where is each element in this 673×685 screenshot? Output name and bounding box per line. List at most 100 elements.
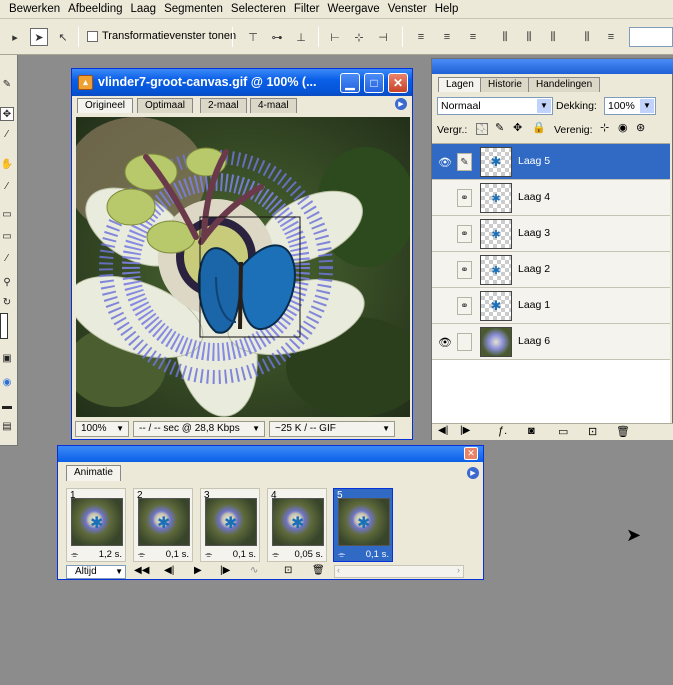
layer-row-laag-2[interactable]: ⚭ ✱ Laag 2	[432, 252, 670, 288]
tab-lagen[interactable]: Lagen	[438, 77, 482, 92]
checkbox-box[interactable]	[87, 30, 98, 42]
link-empty[interactable]	[457, 333, 472, 351]
screen-mode-icon[interactable]: ▬	[0, 399, 14, 413]
disposal-icon[interactable]: ⌯	[205, 549, 212, 560]
frame-delay[interactable]: 1,2 s.	[99, 549, 122, 560]
frames-scrollbar[interactable]: ‹ ›	[334, 565, 464, 578]
align-left-icon[interactable]: ⊢	[326, 28, 344, 46]
minimize-button[interactable]: ▁	[340, 73, 360, 93]
canvas[interactable]	[76, 117, 410, 417]
disposal-icon[interactable]: ⌯	[138, 549, 145, 560]
menu-afbeelding[interactable]: Afbeelding	[64, 3, 126, 15]
direct-select-icon[interactable]: ↖	[54, 28, 72, 46]
tween-icon[interactable]: ∿	[250, 565, 258, 576]
menu-weergave[interactable]: Weergave	[323, 3, 383, 15]
visibility-empty[interactable]	[437, 298, 453, 314]
disposal-icon[interactable]: ⌯	[71, 549, 78, 560]
next-frame-icon[interactable]: |▶	[220, 565, 230, 576]
transform-checkbox[interactable]: Transformatievenster tonen	[87, 30, 236, 42]
hand-tool-icon[interactable]: ✋	[0, 157, 14, 171]
tab-optimaal[interactable]: Optimaal	[137, 98, 194, 113]
zoom-tool-icon[interactable]: ⚲	[0, 275, 14, 289]
disposal-icon[interactable]: ⌯	[338, 549, 345, 560]
align-hcenter-icon[interactable]: ⊹	[350, 28, 368, 46]
lock-all-icon[interactable]: 🔒	[532, 121, 546, 134]
tab-4-maal[interactable]: 4-maal	[250, 98, 297, 113]
frame-delay[interactable]: 0,1 s.	[233, 549, 256, 560]
delete-frame-icon[interactable]: 🗑	[312, 565, 325, 576]
previous-frame-icon[interactable]: ◀|	[438, 425, 448, 436]
menu-filter[interactable]: Filter	[290, 3, 324, 15]
document-titlebar[interactable]: ▴ vlinder7-groot-canvas.gif @ 100% (... …	[72, 69, 412, 96]
palette-well[interactable]	[629, 27, 673, 47]
shape-tool-icon[interactable]: ▭	[0, 207, 14, 221]
mask-mode-icon[interactable]: ▣	[0, 351, 14, 365]
visibility-eye-icon[interactable]: 👁	[437, 154, 453, 170]
preview-icon[interactable]: ▤	[0, 419, 14, 433]
opacity-input[interactable]: 100% ▼	[604, 97, 656, 115]
tab-2-maal[interactable]: 2-maal	[200, 98, 247, 113]
move-tool-icon[interactable]: ✥	[0, 107, 14, 121]
tab-handelingen[interactable]: Handelingen	[528, 77, 601, 92]
layers-panel-titlebar[interactable]	[432, 59, 673, 74]
duplicate-frame-icon[interactable]: ⊡	[284, 565, 292, 576]
maximize-button[interactable]: □	[364, 73, 384, 93]
disposal-icon[interactable]: ⌯	[272, 549, 279, 560]
tab-origineel[interactable]: Origineel	[77, 98, 134, 113]
tab-historie[interactable]: Historie	[480, 77, 530, 92]
distribute-bottom-icon[interactable]: ≡	[464, 28, 482, 46]
file-size-select[interactable]: ~25 K / -- GIF ▼	[269, 421, 395, 437]
match-height-icon[interactable]: ≡	[602, 28, 620, 46]
lock-paint-icon[interactable]: ✎	[495, 121, 504, 134]
loop-select[interactable]: Altijd ▼	[66, 565, 126, 579]
imageready-jump-icon[interactable]: ◉	[0, 375, 14, 389]
frame-delay[interactable]: 0,1 s.	[366, 549, 389, 560]
layer-row-laag-6[interactable]: 👁 Laag 6	[432, 324, 670, 360]
menu-laag[interactable]: Laag	[127, 3, 161, 15]
color-swatch[interactable]	[0, 313, 8, 339]
unify-visibility-icon[interactable]: ◉	[618, 121, 628, 134]
match-width-icon[interactable]: ⫼	[578, 28, 596, 46]
blend-mode-select[interactable]: Normaal ▼	[437, 97, 553, 115]
pen-tool-icon[interactable]: ⁄	[0, 179, 14, 193]
unify-position-icon[interactable]: ⊹	[600, 121, 609, 134]
visibility-empty[interactable]	[437, 190, 453, 206]
animation-frame[interactable]: 1 ✱ ⌯ 1,2 s.	[66, 488, 126, 562]
download-speed-select[interactable]: -- / -- sec @ 28,8 Kbps ▼	[133, 421, 265, 437]
frame-delay[interactable]: 0,1 s.	[166, 549, 189, 560]
distribute-top-icon[interactable]: ≡	[412, 28, 430, 46]
visibility-eye-icon[interactable]: 👁	[437, 334, 453, 350]
align-bottom-icon[interactable]: ⊥	[292, 28, 310, 46]
distribute-hcenter-icon[interactable]: ⫼	[520, 28, 538, 46]
scroll-right-icon[interactable]: ›	[457, 565, 460, 575]
distribute-vcenter-icon[interactable]: ≡	[438, 28, 456, 46]
animation-frame-selected[interactable]: 5 ✱ ⌯ 0,1 s.	[333, 488, 393, 562]
menu-bewerken[interactable]: Bewerken	[0, 3, 64, 15]
visibility-empty[interactable]	[437, 226, 453, 242]
lock-transparency-icon[interactable]	[476, 123, 488, 135]
layer-row-laag-4[interactable]: ⚭ ✱ Laag 4	[432, 180, 670, 216]
distribute-left-icon[interactable]: ⫼	[496, 28, 514, 46]
animation-frame[interactable]: 4 ✱ ⌯ 0,05 s.	[267, 488, 327, 562]
play-icon[interactable]: ▶	[194, 565, 202, 576]
zoom-select[interactable]: 100% ▼	[75, 421, 129, 437]
link-icon[interactable]: ⚭	[457, 189, 472, 207]
align-vcenter-icon[interactable]: ⊶	[268, 28, 286, 46]
align-right-icon[interactable]: ⊣	[374, 28, 392, 46]
menu-venster[interactable]: Venster	[384, 3, 431, 15]
menu-selecteren[interactable]: Selecteren	[227, 3, 290, 15]
previous-frame-icon[interactable]: ◀|	[164, 565, 174, 576]
panel-menu-icon[interactable]: ▶	[467, 467, 479, 479]
next-frame-icon[interactable]: |▶	[460, 425, 470, 436]
distribute-right-icon[interactable]: ⫼	[544, 28, 562, 46]
visibility-empty[interactable]	[437, 262, 453, 278]
layer-row-laag-1[interactable]: ⚭ ✱ Laag 1	[432, 288, 670, 324]
lock-move-icon[interactable]: ✥	[513, 121, 522, 134]
arrow-tool-icon[interactable]: ➤	[30, 28, 48, 46]
delete-layer-icon[interactable]: 🗑	[616, 425, 630, 438]
new-layer-icon[interactable]: ⊡	[588, 425, 597, 438]
close-button[interactable]: ✕	[388, 73, 408, 93]
scroll-left-icon[interactable]: ‹	[337, 565, 340, 575]
link-icon[interactable]: ⚭	[457, 225, 472, 243]
swap-colors-icon[interactable]: ↻	[0, 295, 14, 309]
